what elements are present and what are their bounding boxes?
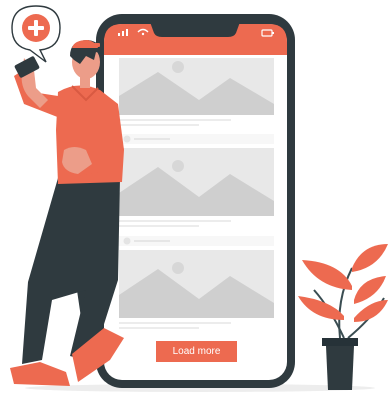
load-more-button[interactable]: Load more [156,341,237,362]
illustration [10,5,388,392]
potted-plant [298,244,388,390]
plus-bubble [11,5,61,63]
illustration-stage: Load more [0,0,391,396]
phone-notch [150,22,240,37]
